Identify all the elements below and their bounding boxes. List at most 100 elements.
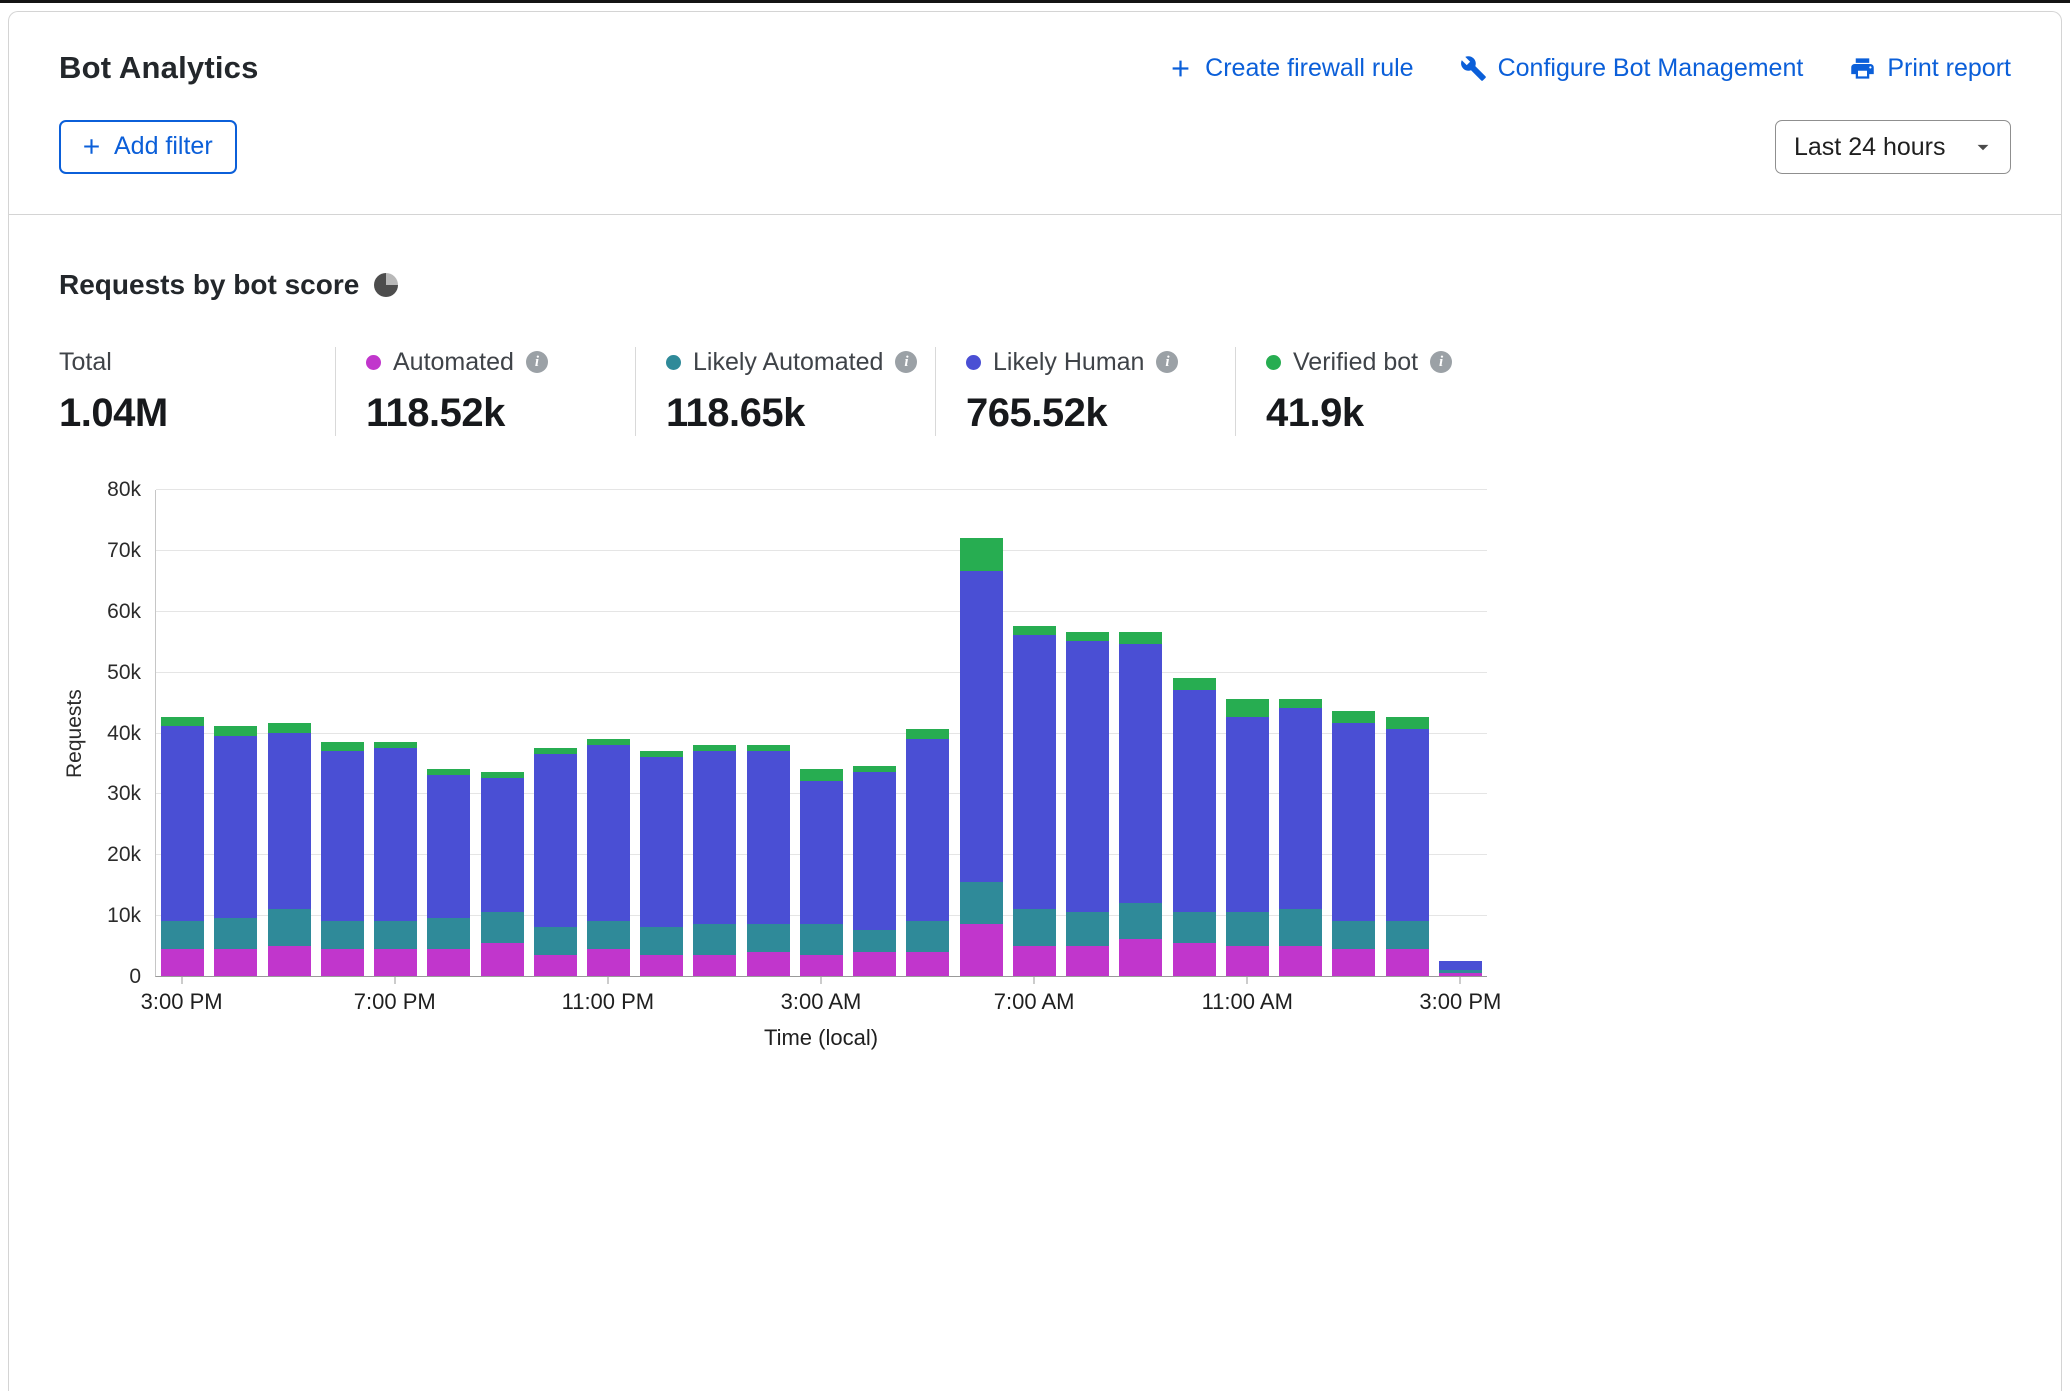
stat-label: Total — [59, 348, 112, 377]
bar[interactable] — [587, 739, 630, 976]
bar-segment-automated — [1119, 939, 1162, 976]
bars — [156, 490, 1487, 976]
bar-segment-automated — [427, 949, 470, 976]
bar-segment-automated — [853, 952, 896, 976]
x-tick-mark — [821, 977, 822, 984]
print-report-link[interactable]: Print report — [1849, 54, 2011, 83]
stat-automated: Automated 118.52k — [335, 347, 635, 436]
bar-segment-automated — [587, 949, 630, 976]
bar-segment-likely-human — [1439, 961, 1482, 970]
bar[interactable] — [1066, 632, 1109, 976]
bar-segment-verified-bot — [161, 717, 204, 726]
bar[interactable] — [693, 745, 736, 976]
bar[interactable] — [214, 726, 257, 976]
bar[interactable] — [906, 729, 949, 976]
bar-segment-verified-bot — [321, 742, 364, 751]
bar-segment-likely-automated — [214, 918, 257, 948]
bar-segment-likely-automated — [161, 921, 204, 948]
bar-segment-likely-automated — [427, 918, 470, 948]
bar[interactable] — [481, 772, 524, 976]
bar-segment-likely-automated — [1332, 921, 1375, 948]
bar-segment-automated — [374, 949, 417, 976]
bar-segment-likely-human — [427, 775, 470, 918]
page-title: Bot Analytics — [59, 50, 259, 86]
bar[interactable] — [268, 723, 311, 976]
bar-segment-verified-bot — [1386, 717, 1429, 729]
card-content: Requests by bot score Total 1.04M Automa… — [9, 215, 2061, 1051]
bar-segment-likely-automated — [481, 912, 524, 942]
info-icon[interactable] — [526, 351, 548, 373]
y-tick-label: 0 — [129, 965, 141, 989]
bar[interactable] — [1119, 632, 1162, 976]
bar[interactable] — [1226, 699, 1269, 976]
bar[interactable] — [960, 538, 1003, 976]
action-label: Create firewall rule — [1205, 54, 1413, 83]
chevron-down-icon — [1970, 134, 1996, 160]
info-icon[interactable] — [1430, 351, 1452, 373]
y-tick-label: 30k — [107, 782, 141, 806]
y-tick-label: 60k — [107, 600, 141, 624]
bar-segment-automated — [1226, 946, 1269, 976]
bar[interactable] — [1173, 678, 1216, 976]
y-tick-label: 50k — [107, 661, 141, 685]
bar-segment-likely-human — [268, 733, 311, 910]
bar-segment-automated — [640, 955, 683, 976]
bar-segment-likely-automated — [1279, 909, 1322, 946]
time-range-select[interactable]: Last 24 hours — [1775, 120, 2011, 174]
bar-segment-likely-human — [161, 726, 204, 921]
filter-row: Add filter Last 24 hours — [59, 120, 2011, 174]
bar[interactable] — [1439, 961, 1482, 976]
printer-icon — [1849, 55, 1876, 82]
bar[interactable] — [800, 769, 843, 976]
bar-segment-likely-human — [1066, 641, 1109, 912]
bar-segment-automated — [1439, 973, 1482, 976]
bar[interactable] — [747, 745, 790, 976]
x-axis-title: Time (local) — [155, 1025, 1487, 1051]
x-tick-label: 3:00 PM — [141, 989, 223, 1015]
bar-segment-likely-human — [853, 772, 896, 930]
bar-segment-automated — [321, 949, 364, 976]
bar[interactable] — [1013, 626, 1056, 976]
x-tick-mark — [181, 977, 182, 984]
time-range-value: Last 24 hours — [1794, 133, 1946, 162]
bar-segment-verified-bot — [268, 723, 311, 732]
bar-segment-automated — [1279, 946, 1322, 976]
bar[interactable] — [161, 717, 204, 976]
action-label: Print report — [1887, 54, 2011, 83]
create-firewall-rule-link[interactable]: Create firewall rule — [1167, 54, 1413, 83]
configure-bot-management-link[interactable]: Configure Bot Management — [1460, 54, 1804, 83]
add-filter-label: Add filter — [114, 132, 213, 161]
section-title: Requests by bot score — [59, 269, 359, 301]
bar-segment-likely-automated — [268, 909, 311, 946]
bar-segment-automated — [534, 955, 577, 976]
bar-segment-likely-automated — [374, 921, 417, 948]
info-icon[interactable] — [895, 351, 917, 373]
bar[interactable] — [427, 769, 470, 976]
bar[interactable] — [1279, 699, 1322, 976]
bar-segment-likely-human — [906, 739, 949, 922]
bar[interactable] — [534, 748, 577, 976]
x-tick-mark — [607, 977, 608, 984]
x-tick-label: 3:00 AM — [781, 989, 862, 1015]
requests-by-bot-score-chart: Requests 010k20k30k40k50k60k70k80k 3:00 … — [59, 490, 2011, 1051]
bar[interactable] — [853, 766, 896, 976]
bar-segment-automated — [800, 955, 843, 976]
bar[interactable] — [640, 751, 683, 976]
info-icon[interactable] — [1156, 351, 1178, 373]
stat-value: 1.04M — [59, 391, 335, 436]
add-filter-button[interactable]: Add filter — [59, 120, 237, 174]
bar-segment-verified-bot — [214, 726, 257, 735]
y-tick-label: 20k — [107, 843, 141, 867]
bar-segment-likely-human — [800, 781, 843, 924]
bar[interactable] — [1332, 711, 1375, 976]
y-tick-label: 70k — [107, 539, 141, 563]
bar[interactable] — [374, 742, 417, 976]
x-tick-mark — [1034, 977, 1035, 984]
x-tick-label: 11:00 AM — [1202, 989, 1293, 1015]
bar-segment-automated — [693, 955, 736, 976]
bar[interactable] — [1386, 717, 1429, 976]
bar[interactable] — [321, 742, 364, 976]
bar-segment-automated — [268, 946, 311, 976]
bar-segment-verified-bot — [1226, 699, 1269, 717]
bar-segment-likely-automated — [800, 924, 843, 954]
